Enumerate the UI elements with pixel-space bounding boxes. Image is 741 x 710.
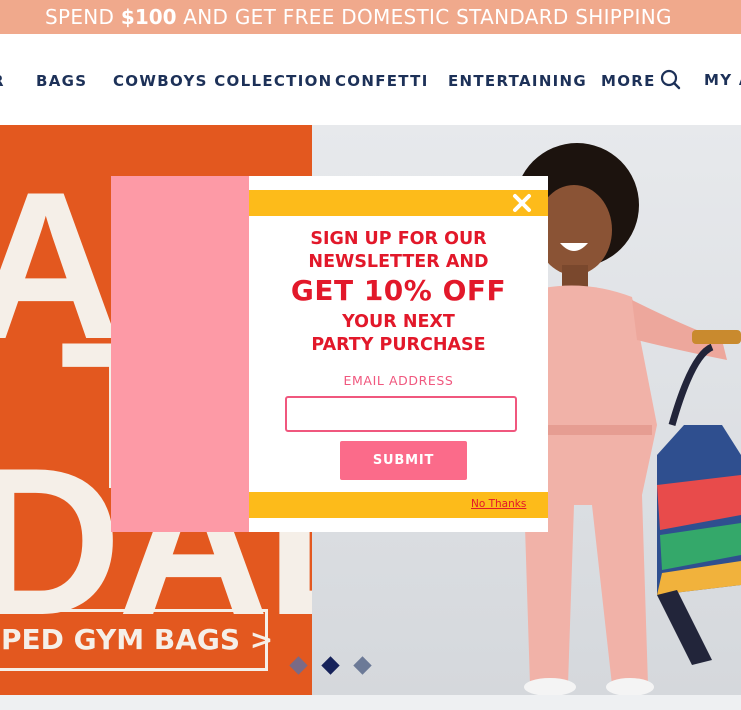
no-thanks-link[interactable]: No Thanks [471,498,526,510]
nav-item-entertaining[interactable]: ENTERTAINING [448,72,587,90]
email-label: EMAIL ADDRESS [343,373,454,388]
shop-gym-bags-button[interactable]: PED GYM BAGS > [0,609,273,671]
headline-discount: GET 10% OFF [290,274,507,307]
promo-amount: $100 [120,5,177,29]
modal-pink-panel [111,176,249,532]
close-icon[interactable] [511,192,533,214]
email-field[interactable] [285,396,517,432]
main-nav: R BAGS COWBOYS COLLECTION CONFETTI ENTER… [0,34,741,125]
headline-line-2: NEWSLETTER AND [308,252,489,272]
bottom-strip [0,695,741,710]
nav-item-more[interactable]: MORE [601,72,656,90]
nav-item-bags[interactable]: BAGS [36,72,87,90]
nav-item-partial[interactable]: R [0,72,5,90]
modal-top-bar [249,190,548,216]
submit-button[interactable]: SUBMIT [340,441,467,480]
promo-suffix: AND GET FREE DOMESTIC STANDARD SHIPPING [176,5,672,29]
nav-item-cowboys-collection[interactable]: COWBOYS COLLECTION [113,72,333,90]
newsletter-modal: SIGN UP FOR OUR NEWSLETTER AND GET 10% O… [111,176,548,532]
nav-item-confetti[interactable]: CONFETTI [335,72,429,90]
nav-my-account[interactable]: MY A [704,71,741,89]
headline-line-1: SIGN UP FOR OUR [310,229,487,249]
promo-banner[interactable]: SPEND $100 AND GET FREE DOMESTIC STANDAR… [0,0,741,34]
search-icon[interactable] [657,68,681,92]
headline-line-5: PARTY PURCHASE [311,335,486,355]
modal-content: SIGN UP FOR OUR NEWSLETTER AND GET 10% O… [249,176,548,532]
headline-line-4: YOUR NEXT [342,312,455,332]
promo-prefix: SPEND [45,5,121,29]
